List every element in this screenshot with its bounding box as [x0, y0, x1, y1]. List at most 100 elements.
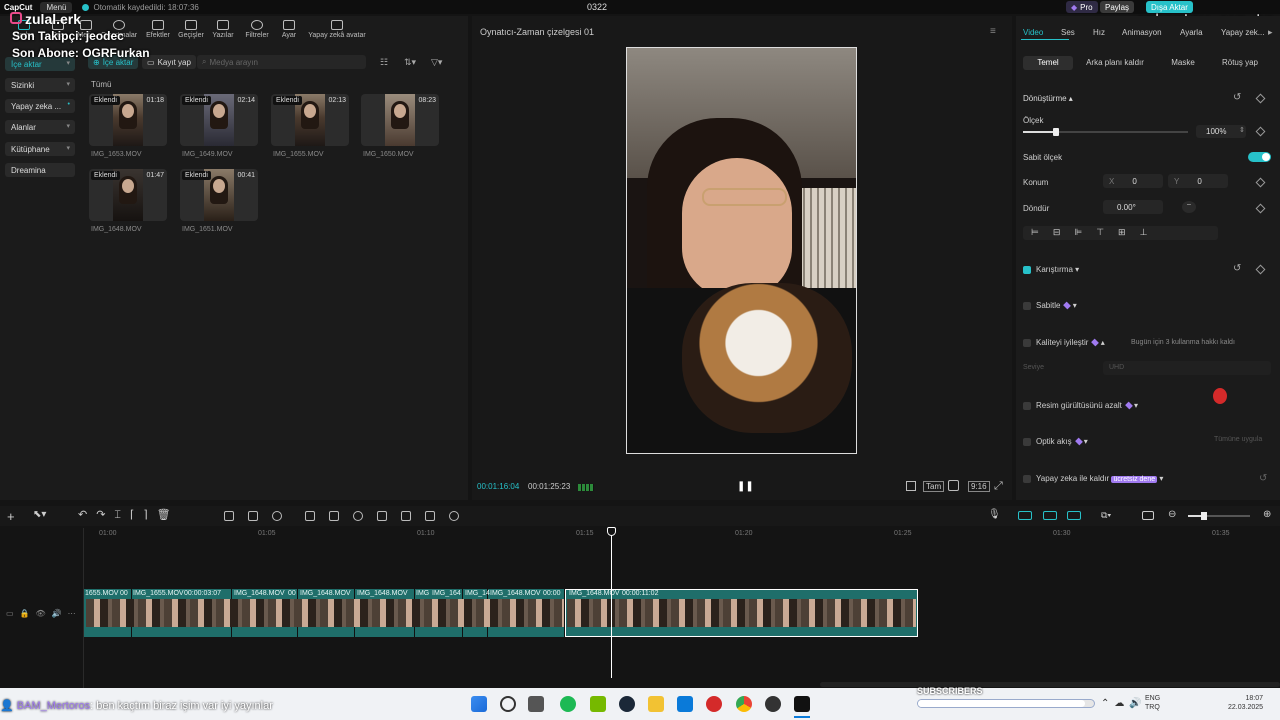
windows-start-icon[interactable]	[471, 696, 487, 712]
preview-axis-icon[interactable]	[1067, 511, 1081, 520]
subtab-basic[interactable]: Temel	[1023, 56, 1073, 70]
sidebar-item-spaces[interactable]: Alanlar ▾	[5, 120, 75, 134]
video-preview[interactable]	[626, 47, 857, 454]
reset-icon[interactable]: ↺	[1233, 92, 1241, 103]
caption-icon[interactable]	[401, 511, 411, 521]
zoom-slider-handle[interactable]	[1201, 512, 1207, 520]
menu-icon[interactable]: ≡	[990, 26, 996, 37]
media-thumb-4[interactable]: 08:23	[361, 94, 439, 146]
shield-icon[interactable]	[224, 511, 234, 521]
playhead[interactable]	[611, 530, 612, 678]
denoise-label[interactable]: Resim gürültüsünü azalt ▾	[1036, 401, 1138, 410]
obs-icon[interactable]	[765, 696, 781, 712]
zoom-in-icon[interactable]: ⊕	[1263, 509, 1271, 520]
zoom-out-icon[interactable]: ⊖	[1168, 509, 1176, 520]
sidebar-item-yours[interactable]: Sizinki ▾	[5, 78, 75, 92]
optical-flow-label[interactable]: Optik akış ▾	[1036, 437, 1088, 446]
full-quality-button[interactable]: Tam	[923, 481, 945, 492]
media-thumb-5[interactable]: Eklendi 01:47	[89, 169, 167, 221]
level-select[interactable]: UHD	[1103, 361, 1271, 375]
stabilize-label[interactable]: Sabitle ▾	[1036, 301, 1077, 310]
recorder-icon[interactable]	[706, 696, 722, 712]
enhance-label[interactable]: Kaliteyi iyileştir ▴	[1036, 338, 1105, 347]
align-toolbar[interactable]: ⊨⊟⊫⊤⊞⊥	[1023, 226, 1218, 240]
edit-icon[interactable]	[906, 481, 916, 491]
tray-icons[interactable]: ⌃☁🔊	[1101, 698, 1147, 709]
track-controls[interactable]: ▭🔒👁🔊⋯	[6, 609, 82, 618]
filter-all[interactable]: Tümü	[91, 80, 111, 89]
pos-y-input[interactable]: Y0	[1168, 174, 1228, 188]
tab-animation[interactable]: Animasyon	[1122, 28, 1162, 37]
tab-ai[interactable]: Yapay zek...	[1221, 28, 1264, 37]
ai-remove-checkbox[interactable]	[1023, 475, 1031, 483]
horizontal-scrollbar[interactable]	[820, 682, 1280, 687]
playhead-handle[interactable]	[607, 527, 616, 536]
crop-icon[interactable]	[248, 511, 258, 521]
select-tool-icon[interactable]: ⬉▾	[33, 509, 46, 520]
nvidia-icon[interactable]	[590, 696, 606, 712]
pos-x-input[interactable]: X0	[1103, 174, 1163, 188]
fullscreen-icon[interactable]: ⤢	[994, 480, 1003, 493]
filter-funnel-icon[interactable]: ▽▾	[431, 57, 442, 68]
store-icon[interactable]	[677, 696, 693, 712]
steam-icon[interactable]	[619, 696, 635, 712]
uniform-scale-toggle[interactable]	[1248, 152, 1271, 162]
screenshot-icon[interactable]	[948, 480, 959, 491]
tool-ai-avatar[interactable]: Yapay zekâ avatar	[305, 20, 369, 39]
project-name[interactable]: 0322	[587, 2, 607, 12]
search-input[interactable]: ⌕ Medya arayın	[197, 55, 366, 69]
stepper-icon[interactable]: ⇕	[1239, 126, 1245, 134]
apply-all-button[interactable]: Tümüne uygula	[1214, 436, 1262, 443]
denoise-checkbox[interactable]	[1023, 402, 1031, 410]
spotify-icon[interactable]	[560, 696, 576, 712]
reset-icon[interactable]: ↺	[1233, 263, 1241, 274]
media-thumb-3[interactable]: Eklendi 02:13	[271, 94, 349, 146]
edit-tools[interactable]: ↶↷⌶⌈⌉🗑	[78, 508, 180, 522]
ai-remove-label[interactable]: Yapay zeka ile kaldır ücretsiz dene ▾	[1036, 474, 1163, 483]
tool-adjust[interactable]: Ayar	[269, 20, 309, 39]
tab-audio[interactable]: Ses	[1061, 28, 1075, 37]
enhance-checkbox[interactable]	[1023, 339, 1031, 347]
subtab-mask[interactable]: Maske	[1163, 56, 1203, 70]
pro-button[interactable]: ◆ Pro	[1066, 1, 1098, 13]
ratio-button[interactable]: 9:16	[968, 481, 990, 492]
record-button[interactable]: ▭ Kayıt yap	[142, 55, 196, 69]
magic-icon[interactable]	[377, 511, 387, 521]
sort-icon[interactable]: ⇅▾	[404, 57, 416, 68]
grid-view-icon[interactable]: ☷	[380, 57, 388, 68]
freeze-icon[interactable]	[305, 511, 315, 521]
add-track-icon[interactable]: +	[7, 509, 15, 524]
microphone-icon[interactable]: 🎙	[988, 509, 1001, 520]
tab-video[interactable]: Video	[1023, 28, 1043, 37]
folder-icon[interactable]	[648, 696, 664, 712]
tab-adjust[interactable]: Ayarla	[1180, 28, 1203, 37]
pause-icon[interactable]: ❚❚	[737, 481, 754, 492]
split-icon[interactable]: ⧉▾	[1101, 510, 1111, 521]
sidebar-item-library[interactable]: Kütüphane ▾	[5, 142, 75, 156]
sidebar-item-dreamina[interactable]: Dreamina	[5, 163, 75, 177]
image-icon[interactable]	[425, 511, 435, 521]
clock[interactable]: 18:07 22.03.2025	[1228, 694, 1263, 712]
scale-slider[interactable]	[1023, 131, 1188, 133]
blend-checkbox[interactable]	[1023, 266, 1031, 274]
media-thumb-6[interactable]: Eklendi 00:41	[180, 169, 258, 221]
speed-icon[interactable]	[272, 511, 282, 521]
scale-slider-handle[interactable]	[1053, 128, 1059, 136]
fit-icon[interactable]	[1142, 511, 1154, 520]
optical-flow-checkbox[interactable]	[1023, 438, 1031, 446]
mask-icon[interactable]	[353, 511, 363, 521]
blend-label[interactable]: Karıştırma ▾	[1036, 265, 1079, 274]
link-icon[interactable]	[1043, 511, 1057, 520]
subtab-remove-bg[interactable]: Arka planı kaldır	[1081, 56, 1149, 70]
task-view-icon[interactable]	[528, 696, 544, 712]
tab-speed[interactable]: Hız	[1093, 28, 1105, 37]
transform-header[interactable]: Dönüştürme ▴	[1023, 94, 1073, 103]
audio-wave-icon[interactable]	[449, 511, 459, 521]
zoom-slider[interactable]	[1188, 515, 1250, 517]
subtab-retouch[interactable]: Rötuş yap	[1215, 56, 1265, 70]
capcut-icon[interactable]	[794, 696, 810, 712]
media-thumb-2[interactable]: Eklendi 02:14	[180, 94, 258, 146]
share-button[interactable]: Paylaş	[1100, 1, 1135, 13]
search-icon[interactable]	[500, 696, 516, 712]
rotate-input[interactable]: 0.00°	[1103, 200, 1163, 214]
